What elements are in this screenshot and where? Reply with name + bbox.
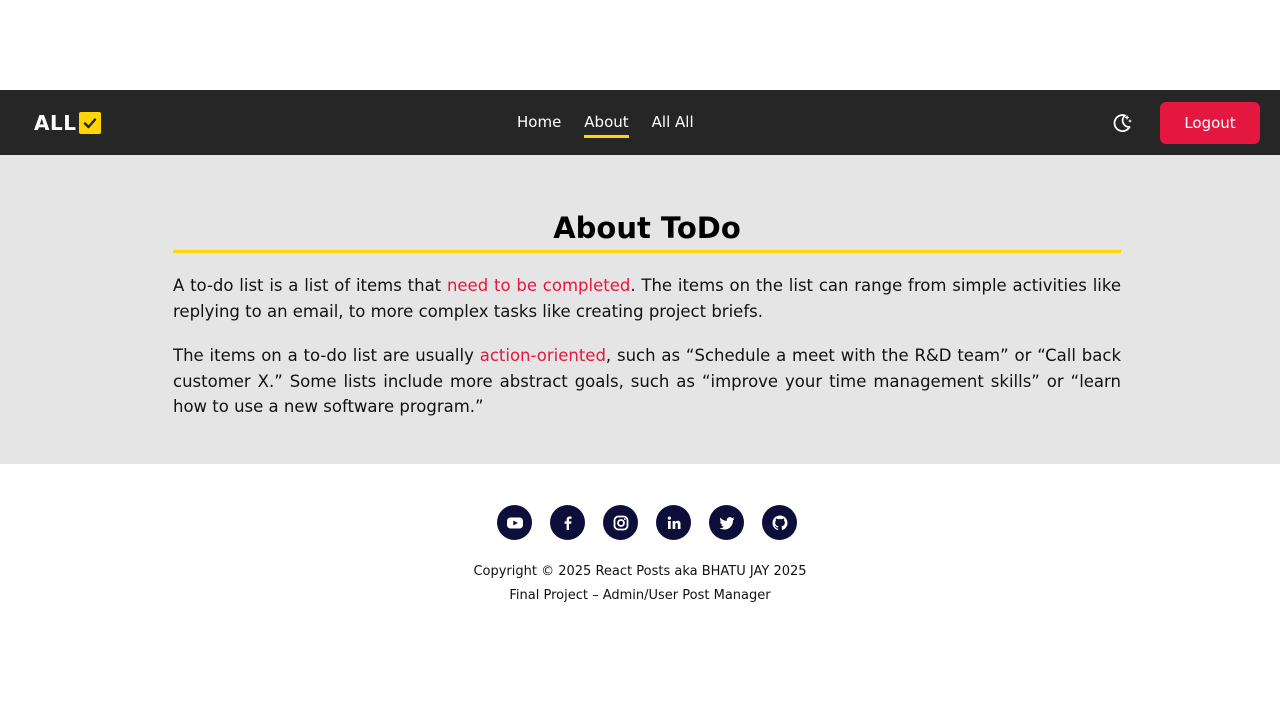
- main-nav: Home About All All: [517, 113, 694, 138]
- p2-text-start: The items on a to-do list are usually: [173, 346, 480, 365]
- brand-text: ALL: [34, 111, 77, 135]
- facebook-icon[interactable]: [550, 505, 585, 540]
- p1-highlight: need to be completed: [446, 276, 631, 295]
- logout-button[interactable]: Logout: [1160, 102, 1260, 144]
- social-links: [497, 505, 797, 540]
- youtube-icon[interactable]: [497, 505, 532, 540]
- checkbox-icon: [79, 112, 102, 134]
- about-paragraph-2: The items on a to-do list are usually ac…: [173, 343, 1121, 420]
- twitter-icon[interactable]: [709, 505, 744, 540]
- about-section: About ToDo A to-do list is a list of ite…: [0, 155, 1280, 464]
- project-subline: Final Project – Admin/User Post Manager: [509, 588, 771, 603]
- about-content: About ToDo A to-do list is a list of ite…: [173, 211, 1121, 420]
- github-icon[interactable]: [762, 505, 797, 540]
- brand-logo[interactable]: ALL: [34, 111, 102, 135]
- p2-highlight: action-oriented: [479, 346, 606, 365]
- p1-text-start: A to-do list is a list of items that: [173, 276, 447, 295]
- linkedin-icon[interactable]: [656, 505, 691, 540]
- nav-all-link[interactable]: All All: [652, 113, 694, 138]
- footer: Copyright © 2025 React Posts aka BHATU J…: [0, 464, 1280, 720]
- copyright-text: Copyright © 2025 React Posts aka BHATU J…: [473, 564, 807, 579]
- moon-icon[interactable]: [1110, 111, 1134, 135]
- nav-home-link[interactable]: Home: [517, 113, 561, 138]
- instagram-icon[interactable]: [603, 505, 638, 540]
- about-paragraph-1: A to-do list is a list of items that nee…: [173, 273, 1121, 324]
- navbar: ALL Home About All All Logout: [0, 90, 1280, 155]
- page-title: About ToDo: [173, 211, 1121, 253]
- nav-about-link[interactable]: About: [584, 113, 629, 138]
